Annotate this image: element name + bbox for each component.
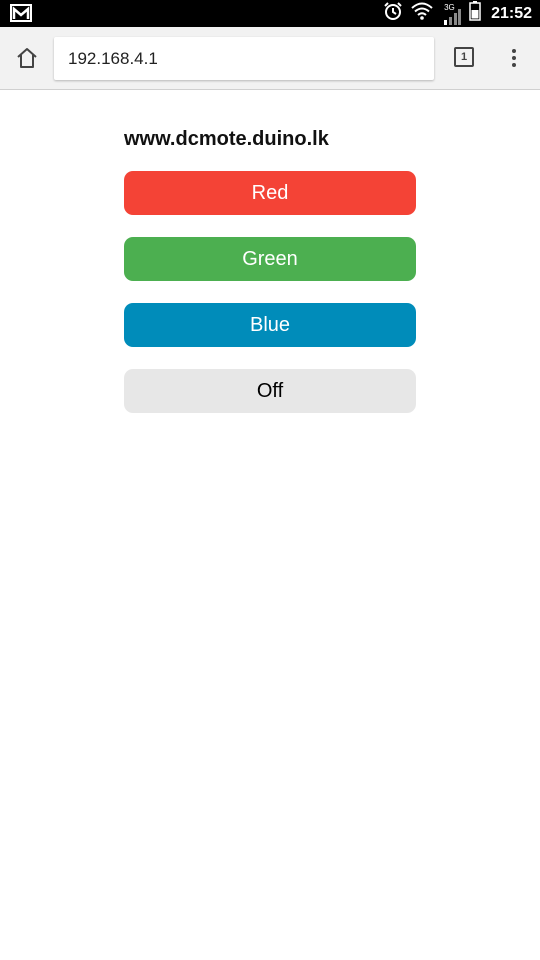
browser-toolbar: 192.168.4.1 1 [0,27,540,90]
signal-icon: 3G [441,2,462,26]
page-title: www.dcmote.duino.lk [124,128,329,150]
green-button[interactable]: Green [124,237,416,281]
alarm-icon [383,1,403,26]
blue-button[interactable]: Blue [124,303,416,347]
page-content: www.dcmote.duino.lk Red Green Blue Off [124,124,416,435]
red-button[interactable]: Red [124,171,416,215]
address-bar[interactable]: 192.168.4.1 [54,37,434,80]
tabs-button[interactable]: 1 [454,47,474,67]
home-icon [17,48,37,68]
battery-icon [469,1,481,26]
overflow-menu-button[interactable] [506,45,522,71]
home-button[interactable] [12,43,42,73]
tab-count: 1 [460,51,468,63]
status-icons: 3G 21:52 [383,0,532,27]
gmail-icon [10,4,32,27]
menu-dot [512,56,516,60]
menu-dot [512,63,516,67]
overflow-menu-icon [512,49,516,53]
status-bar: 3G 21:52 [0,0,540,27]
clock: 21:52 [491,4,532,22]
off-button[interactable]: Off [124,369,416,413]
wifi-icon [411,2,433,25]
url-text: 192.168.4.1 [68,48,158,68]
